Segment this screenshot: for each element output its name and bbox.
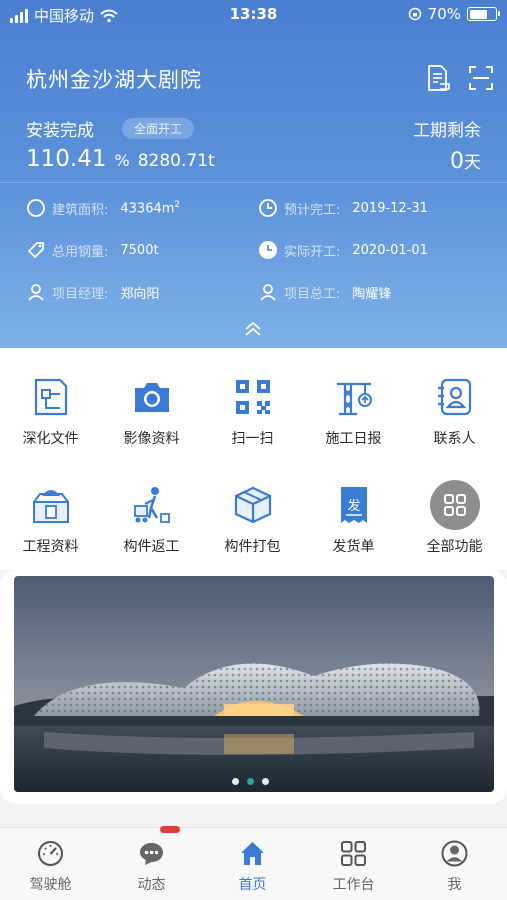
function-menu: 深化文件 影像资料 扫一扫 施工日报 联系人 工程资料 构件返工 构件打包 发 … (0, 348, 507, 570)
tab-label: 动态 (137, 877, 166, 893)
battery-icon (467, 7, 500, 21)
tab-cockpit[interactable]: 驾驶舱 (0, 828, 101, 900)
rework-worker-icon (134, 487, 170, 523)
remaining-period-label: 工期剩余 (413, 121, 481, 141)
contact-icon (438, 378, 472, 416)
menu-label: 发货单 (332, 539, 375, 555)
status-bar: 中国移动 13:38 70% (0, 0, 507, 30)
menu-item-component-rework[interactable]: 构件返工 (101, 484, 202, 584)
engineering-docs-icon (33, 490, 69, 523)
total-steel-value: 7500t (120, 242, 159, 258)
delivery-note-icon: 发 (341, 487, 367, 523)
planned-finish-row: 预计完工: 2019-12-31 (258, 198, 428, 218)
menu-item-scan[interactable]: 扫一扫 (202, 376, 303, 476)
project-manager-row: 项目经理: 郑向阳 (26, 282, 159, 302)
person-icon (441, 840, 468, 867)
crane-icon (337, 382, 372, 416)
person-icon (260, 284, 276, 301)
planned-finish-label: 预计完工: (284, 202, 341, 218)
menu-item-deepening-files[interactable]: 深化文件 (0, 376, 101, 476)
qr-code-icon (236, 380, 270, 414)
project-manager-value: 郑向阳 (120, 286, 160, 302)
tab-dynamics[interactable]: 动态 (101, 828, 202, 900)
clock-icon (259, 199, 277, 217)
circle-icon (27, 199, 45, 217)
chief-engineer-label: 项目总工: (284, 286, 341, 302)
menu-label: 影像资料 (123, 431, 180, 447)
carousel-indicator[interactable] (232, 778, 269, 785)
banner-carousel[interactable] (0, 570, 507, 804)
collapse-chevron-icon[interactable] (243, 321, 263, 337)
battery-percent: 70% (427, 5, 461, 23)
menu-item-all-functions[interactable]: 全部功能 (404, 480, 505, 584)
project-header: 中国移动 13:38 70% 杭州金沙湖大剧院 安装完成 全面开工 工期剩余 1… (0, 0, 507, 348)
tab-home[interactable]: 首页 (202, 828, 303, 900)
total-steel-label: 总用钢量: (52, 244, 109, 260)
install-complete-label: 安装完成 (26, 121, 94, 141)
menu-label: 构件打包 (224, 539, 281, 555)
svg-text:发: 发 (347, 498, 360, 514)
completion-unit: % (114, 151, 130, 170)
menu-label: 工程资料 (22, 539, 79, 555)
chief-engineer-value: 陶耀锋 (352, 286, 392, 302)
person-icon (28, 284, 44, 301)
menu-item-component-packing[interactable]: 构件打包 (202, 484, 303, 584)
tab-label: 工作台 (332, 877, 375, 893)
camera-icon (135, 383, 169, 412)
menu-label: 扫一扫 (231, 431, 274, 447)
notification-badge (160, 826, 180, 833)
building-area-row: 建筑面积: 43364m2 (26, 198, 180, 218)
building-area-label: 建筑面积: (52, 202, 109, 218)
orientation-lock-icon (408, 7, 421, 21)
actual-start-label: 实际开工: (284, 244, 341, 260)
carousel-dot[interactable] (232, 778, 239, 785)
tab-label: 驾驶舱 (29, 877, 72, 893)
carousel-dot-active[interactable] (247, 778, 254, 785)
tag-icon (27, 242, 44, 259)
stage-badge: 全面开工 (122, 118, 195, 139)
menu-item-contacts[interactable]: 联系人 (404, 376, 505, 476)
project-title: 杭州金沙湖大剧院 (26, 68, 202, 92)
document-report-icon[interactable] (424, 64, 452, 92)
chief-engineer-row: 项目总工: 陶耀锋 (258, 282, 391, 302)
menu-item-daily-report[interactable]: 施工日报 (303, 376, 404, 476)
menu-label: 施工日报 (325, 431, 382, 447)
speedometer-icon (38, 841, 63, 866)
menu-item-image-data[interactable]: 影像资料 (101, 376, 202, 476)
blueprint-icon (34, 378, 68, 416)
actual-start-row: 实际开工: 2020-01-01 (258, 240, 428, 260)
total-weight: 8280.71t (137, 151, 215, 171)
carousel-dot[interactable] (262, 778, 269, 785)
completion-percent: 110.41 (26, 146, 107, 172)
remaining-days-value: 0 (450, 149, 464, 174)
home-icon (241, 842, 264, 865)
building-area-value: 43364m2 (120, 199, 181, 217)
menu-item-delivery-note[interactable]: 发 发货单 (303, 484, 404, 584)
menu-label: 联系人 (433, 431, 476, 447)
scan-icon[interactable] (467, 64, 495, 92)
menu-label: 构件返工 (123, 539, 180, 555)
total-steel-row: 总用钢量: 7500t (26, 240, 159, 260)
menu-label: 深化文件 (22, 431, 79, 447)
grid-icon (341, 841, 366, 866)
tab-workbench[interactable]: 工作台 (303, 828, 404, 900)
bottom-tab-bar: 驾驶舱 动态 首页 工作台 我 (0, 827, 507, 900)
theater-photo (14, 576, 494, 792)
completion-values: 110.41 % 8280.71t (26, 146, 215, 172)
project-manager-label: 项目经理: (52, 286, 109, 302)
clock-filled-icon (259, 241, 277, 259)
menu-item-engineering-docs[interactable]: 工程资料 (0, 484, 101, 584)
remaining-days-unit: 天 (464, 153, 481, 173)
chat-icon (140, 843, 163, 865)
all-functions-icon (430, 480, 480, 530)
actual-start-value: 2020-01-01 (352, 242, 428, 258)
header-divider (0, 182, 507, 183)
planned-finish-value: 2019-12-31 (352, 200, 428, 216)
tab-me[interactable]: 我 (404, 828, 505, 900)
package-icon (234, 486, 272, 524)
menu-label: 全部功能 (426, 539, 483, 555)
tab-label: 首页 (238, 877, 267, 893)
remaining-days: 0 天 (450, 148, 481, 174)
tab-label: 我 (447, 877, 462, 893)
